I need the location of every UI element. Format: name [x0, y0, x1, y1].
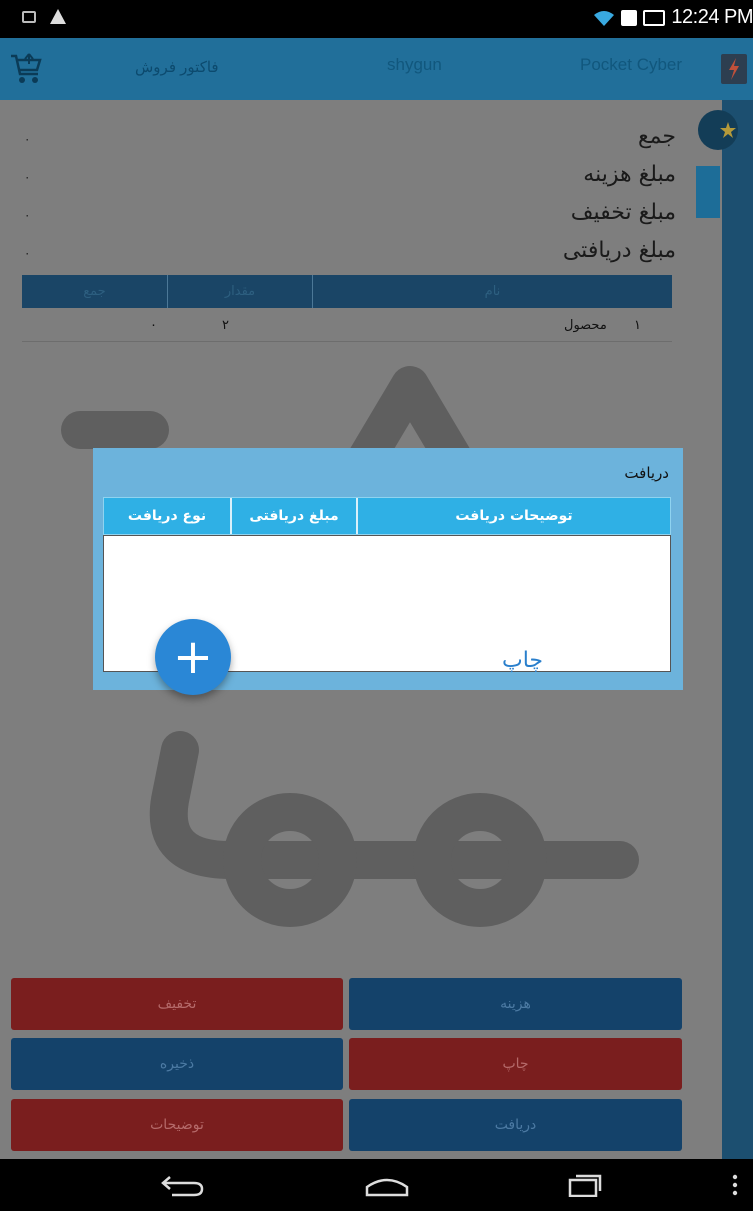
summary-cost: ۰ مبلغ هزینه [24, 162, 676, 187]
app-bar: فاکتور فروش shygun Pocket Cyber [0, 38, 753, 100]
column-receive-notes: توضیحات دریافت [356, 498, 670, 534]
row-quantity: ۲ [222, 318, 229, 333]
print-button[interactable]: چاپ [349, 1038, 682, 1090]
row-index: ۱ [634, 318, 641, 333]
star-button[interactable] [698, 110, 738, 150]
dialog-table-header: نوع دریافت مبلغ دریافتی توضیحات دریافت [103, 497, 671, 535]
receive-button[interactable]: دریافت [349, 1099, 682, 1151]
column-quantity: مقدار [167, 275, 312, 308]
user-name: shygun [387, 55, 442, 74]
side-tab[interactable] [696, 166, 720, 218]
cost-button[interactable]: هزینه [349, 978, 682, 1030]
table-row[interactable]: ۰ ۲ محصول ۱ [22, 314, 672, 342]
column-total: جمع [83, 284, 106, 299]
image-notification-icon [22, 10, 36, 23]
summary-total: ۰ جمع [24, 124, 676, 149]
column-receive-amount: مبلغ دریافتی [230, 498, 356, 534]
brand-name: Pocket Cyber [580, 55, 683, 74]
summary-discount: ۰ مبلغ تخفیف [24, 200, 676, 225]
wifi-icon [593, 10, 615, 26]
summary-received: ۰ مبلغ دریافتی [24, 238, 676, 263]
side-drawer-edge[interactable] [696, 100, 753, 1159]
row-total: ۰ [150, 318, 157, 333]
sim-icon [621, 9, 638, 26]
dialog-table-body: + چاپ [103, 535, 671, 695]
column-receive-type: نوع دریافت [127, 508, 207, 524]
add-receipt-button[interactable]: + [155, 619, 231, 695]
recent-apps-icon[interactable] [568, 1173, 602, 1197]
items-table-header: جمع مقدار نام [22, 275, 672, 308]
discount-button[interactable]: تخفیف [11, 978, 343, 1030]
menu-icon[interactable] [721, 54, 747, 84]
column-name: نام [312, 275, 672, 308]
save-button[interactable]: ذخیره [11, 1038, 343, 1090]
dialog-title: دریافت [624, 464, 669, 482]
back-icon[interactable] [160, 1173, 206, 1197]
cart-icon[interactable] [8, 50, 44, 86]
page-title: فاکتور فروش [135, 59, 219, 76]
clock: 12:24 PM [671, 6, 753, 28]
overflow-menu-icon[interactable] [730, 1173, 740, 1197]
battery-icon [643, 9, 666, 26]
print-link[interactable]: چاپ [502, 648, 543, 673]
status-bar: 12:24 PM [0, 0, 753, 38]
receive-dialog: دریافت نوع دریافت مبلغ دریافتی توضیحات د… [93, 448, 683, 695]
plus-icon: + [172, 629, 214, 685]
home-icon[interactable] [364, 1173, 410, 1197]
notes-button[interactable]: توضیحات [11, 1099, 343, 1151]
row-name: محصول [564, 318, 607, 333]
warning-notification-icon [50, 9, 66, 24]
navigation-bar [0, 1159, 753, 1211]
